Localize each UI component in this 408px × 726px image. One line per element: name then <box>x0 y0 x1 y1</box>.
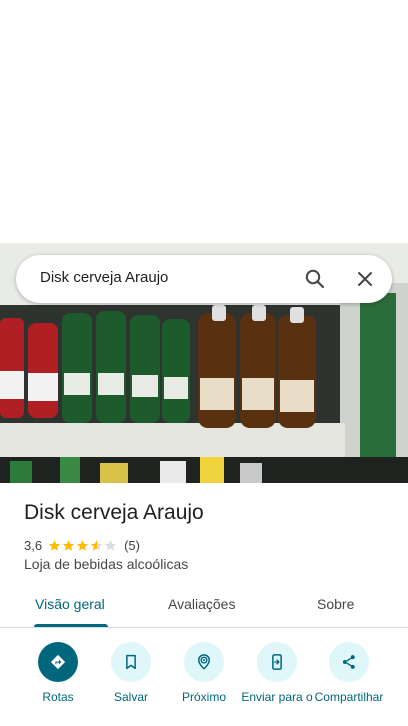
rating-row[interactable]: 3,6 (5) <box>24 536 140 554</box>
action-bar: Rotas Salvar Próximo Enviar para o Compa… <box>0 640 408 726</box>
directions-label: Rotas <box>42 690 74 704</box>
tab-reviews[interactable]: Avaliações <box>168 596 235 612</box>
send-to-phone-button[interactable]: Enviar para o <box>237 640 317 705</box>
blank-top-area <box>0 0 408 243</box>
nearby-button[interactable]: Próximo <box>164 640 244 705</box>
save-label: Salvar <box>113 690 148 704</box>
save-button[interactable]: Salvar <box>91 640 171 705</box>
search-bar[interactable]: Disk cerveja Araujo <box>16 255 392 303</box>
star-half-icon <box>90 539 103 551</box>
directions-button[interactable]: Rotas <box>18 640 98 705</box>
nearby-label: Próximo <box>181 690 226 704</box>
send-to-phone-icon <box>272 654 282 670</box>
share-button[interactable]: Compartilhar <box>309 640 389 705</box>
tab-overview[interactable]: Visão geral <box>35 596 105 612</box>
tab-bar: Visão geral Avaliações Sobre <box>0 588 408 628</box>
star-icon <box>76 539 89 551</box>
nearby-icon <box>197 654 211 670</box>
active-tab-indicator <box>34 624 108 627</box>
reviews-count[interactable]: (5) <box>124 538 140 553</box>
share-icon <box>342 655 355 669</box>
search-icon[interactable] <box>303 267 327 291</box>
star-empty-icon <box>104 539 117 551</box>
star-icon <box>48 539 61 551</box>
bookmark-icon <box>126 654 136 670</box>
tab-about[interactable]: Sobre <box>317 596 354 612</box>
star-icon <box>62 539 75 551</box>
place-category: Loja de bebidas alcoólicas <box>24 556 189 572</box>
star-rating <box>48 539 118 552</box>
place-title: Disk cerveja Araujo <box>24 501 204 524</box>
share-label: Compartilhar <box>314 690 384 704</box>
directions-icon <box>50 654 66 670</box>
search-input[interactable]: Disk cerveja Araujo <box>40 269 168 286</box>
close-icon[interactable] <box>353 267 377 291</box>
rating-value: 3,6 <box>24 537 43 553</box>
send-to-phone-label: Enviar para o <box>241 690 313 704</box>
